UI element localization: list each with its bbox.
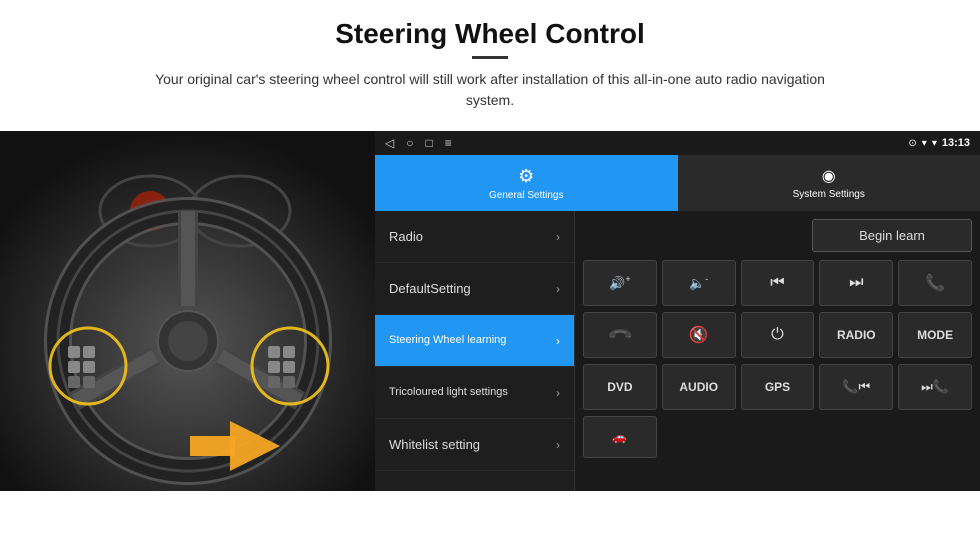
gps-label: GPS: [765, 380, 790, 394]
recents-nav-icon[interactable]: □: [425, 136, 432, 150]
clock: 13:13: [942, 137, 970, 149]
chevron-default-icon: ›: [556, 282, 560, 296]
page-title: Steering Wheel Control: [20, 18, 960, 50]
dvd-label: DVD: [607, 380, 632, 394]
tab-general-settings[interactable]: ⚙ General Settings: [375, 155, 678, 211]
status-right-icons: ⊙ ▾ ▾ 13:13: [908, 137, 970, 149]
menu-whitelist-label: Whitelist setting: [389, 437, 480, 452]
content-area: ◁ ○ □ ≡ ⊙ ▾ ▾ 13:13 ⚙ General Settings ◉…: [0, 131, 980, 491]
menu-item-steering-wheel[interactable]: Steering Wheel learning ›: [375, 315, 574, 367]
control-grid-row3: DVD AUDIO GPS 📞⏮ ⏭📞: [583, 364, 972, 410]
prev-btn-2[interactable]: 📞⏮: [819, 364, 893, 410]
volume-down-icon: 🔈-: [689, 274, 708, 291]
phone-answer-btn[interactable]: 📞: [898, 260, 972, 306]
begin-learn-button[interactable]: Begin learn: [812, 219, 972, 252]
mute-icon: 🔇: [689, 325, 709, 345]
next-icon-2: ⏭📞: [921, 379, 949, 395]
wifi-icon: ▾: [922, 138, 927, 149]
back-nav-icon[interactable]: ◁: [385, 136, 394, 150]
begin-learn-row: Begin learn: [583, 219, 972, 252]
menu-radio-label: Radio: [389, 229, 423, 244]
menu-item-default-setting[interactable]: DefaultSetting ›: [375, 263, 574, 315]
menu-nav-icon[interactable]: ≡: [445, 136, 452, 150]
car-icon: 🚗: [612, 430, 627, 444]
phone-hangup-btn[interactable]: 📞: [583, 312, 657, 358]
mute-btn[interactable]: 🔇: [662, 312, 736, 358]
chevron-steering-icon: ›: [556, 334, 560, 348]
system-settings-icon: ◉: [822, 166, 836, 186]
status-nav-icons: ◁ ○ □ ≡: [385, 136, 452, 150]
radio-label: RADIO: [837, 328, 876, 342]
gps-btn[interactable]: GPS: [741, 364, 815, 410]
mode-btn[interactable]: MODE: [898, 312, 972, 358]
chevron-whitelist-icon: ›: [556, 438, 560, 452]
prev-track-icon: ⏮: [770, 274, 784, 292]
right-controls: Begin learn 🔊+ 🔈- ⏮ ⏭: [575, 211, 980, 491]
left-menu: Radio › DefaultSetting › Steering Wheel …: [375, 211, 575, 491]
next-track-btn[interactable]: ⏭: [819, 260, 893, 306]
bottom-grid: 🚗: [583, 416, 972, 458]
title-divider: [472, 56, 508, 59]
page-subtitle: Your original car's steering wheel contr…: [140, 69, 840, 111]
android-ui: ◁ ○ □ ≡ ⊙ ▾ ▾ 13:13 ⚙ General Settings ◉…: [375, 131, 980, 491]
tab-general-label: General Settings: [489, 190, 564, 201]
phone-answer-icon: 📞: [925, 273, 945, 293]
prev-track-btn[interactable]: ⏮: [741, 260, 815, 306]
menu-item-tricoloured[interactable]: Tricoloured light settings ›: [375, 367, 574, 419]
chevron-radio-icon: ›: [556, 230, 560, 244]
prev-icon-2: 📞⏮: [842, 379, 870, 395]
power-btn[interactable]: ⏻: [741, 312, 815, 358]
menu-tricoloured-label: Tricoloured light settings: [389, 385, 508, 399]
tab-system-settings[interactable]: ◉ System Settings: [678, 155, 980, 211]
next-btn-2[interactable]: ⏭📞: [898, 364, 972, 410]
next-track-icon: ⏭: [849, 274, 863, 292]
radio-btn[interactable]: RADIO: [819, 312, 893, 358]
menu-steering-label: Steering Wheel learning: [389, 333, 506, 347]
volume-down-btn[interactable]: 🔈-: [662, 260, 736, 306]
audio-btn[interactable]: AUDIO: [662, 364, 736, 410]
dvd-btn[interactable]: DVD: [583, 364, 657, 410]
tab-bar: ⚙ General Settings ◉ System Settings: [375, 155, 980, 211]
car-icon-btn[interactable]: 🚗: [583, 416, 657, 458]
control-grid-row1: 🔊+ 🔈- ⏮ ⏭ 📞: [583, 260, 972, 306]
control-grid-row2: 📞 🔇 ⏻ RADIO MODE: [583, 312, 972, 358]
menu-item-radio[interactable]: Radio ›: [375, 211, 574, 263]
menu-item-whitelist[interactable]: Whitelist setting ›: [375, 419, 574, 471]
main-content: Radio › DefaultSetting › Steering Wheel …: [375, 211, 980, 491]
audio-label: AUDIO: [679, 380, 718, 394]
home-nav-icon[interactable]: ○: [406, 136, 413, 150]
location-icon: ⊙: [908, 138, 916, 149]
general-settings-icon: ⚙: [518, 166, 534, 187]
signal-icon: ▾: [932, 138, 937, 149]
power-icon: ⏻: [771, 326, 784, 344]
tab-system-label: System Settings: [793, 189, 865, 200]
page-header: Steering Wheel Control Your original car…: [0, 0, 980, 121]
volume-up-btn[interactable]: 🔊+: [583, 260, 657, 306]
steering-image-area: [0, 131, 375, 491]
status-bar: ◁ ○ □ ≡ ⊙ ▾ ▾ 13:13: [375, 131, 980, 155]
steering-wheel-svg: [0, 131, 375, 491]
volume-up-icon: 🔊+: [609, 274, 630, 291]
chevron-tricoloured-icon: ›: [556, 386, 560, 400]
phone-hangup-icon: 📞: [606, 321, 634, 349]
mode-label: MODE: [917, 328, 953, 342]
menu-default-label: DefaultSetting: [389, 281, 471, 296]
steering-background: [0, 131, 375, 491]
